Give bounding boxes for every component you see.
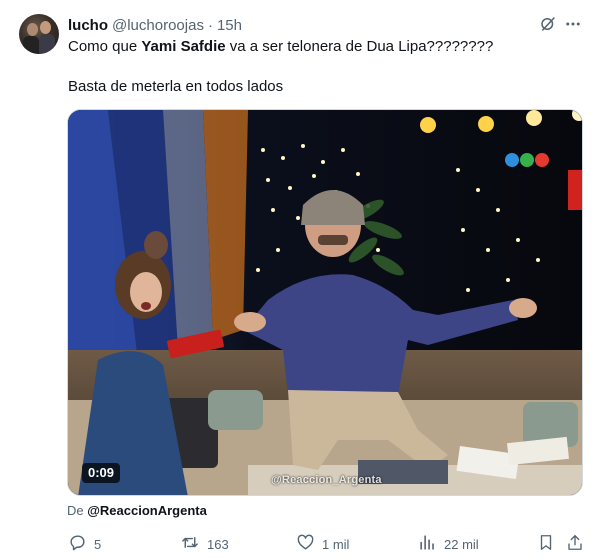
bookmark-icon — [537, 533, 555, 555]
separator-dot: · — [207, 16, 213, 34]
like-count: 1 mil — [322, 536, 350, 552]
author-name[interactable]: lucho — [68, 17, 108, 34]
video-player[interactable]: 0:09 @Reaccion_Argenta — [67, 109, 583, 496]
media-attribution: De @ReaccionArgenta — [67, 503, 207, 518]
views-button[interactable]: 22 mil — [418, 533, 479, 555]
heart-icon — [296, 533, 315, 555]
views-icon — [418, 533, 437, 555]
video-duration: 0:09 — [82, 463, 121, 483]
share-button[interactable] — [566, 533, 584, 555]
video-frame — [68, 110, 582, 495]
views-count: 22 mil — [444, 536, 479, 552]
retweet-icon — [180, 533, 200, 555]
grok-icon[interactable] — [538, 14, 558, 34]
attribution-account-link[interactable]: @ReaccionArgenta — [87, 503, 207, 518]
like-button[interactable]: 1 mil — [296, 533, 349, 555]
reply-count: 5 — [94, 536, 102, 552]
author-handle[interactable]: @luchoroojas — [112, 17, 204, 34]
more-icon[interactable] — [563, 14, 583, 34]
tweet-text-line1: Como que Yami Safdie va a ser telonera d… — [68, 37, 493, 57]
text-segment: Como que — [68, 38, 142, 55]
text-segment: va a ser telonera de Dua Lipa???????? — [225, 38, 494, 55]
retweet-button[interactable]: 163 — [180, 533, 229, 555]
reply-button[interactable]: 5 — [68, 533, 101, 555]
tweet[interactable]: lucho @luchoroojas · 15h Como que Yami S… — [0, 0, 599, 559]
video-watermark: @Reaccion_Argenta — [271, 474, 382, 486]
tweet-text-line2: Basta de meterla en todos lados — [68, 78, 284, 95]
reply-icon — [68, 533, 87, 555]
text-bold-segment: Yami Safdie — [141, 38, 226, 55]
share-icon — [566, 533, 584, 555]
tweet-header: lucho @luchoroojas · 15h — [68, 15, 242, 35]
attribution-prefix: De — [67, 503, 88, 518]
bookmark-button[interactable] — [537, 533, 555, 555]
retweet-count: 163 — [207, 536, 229, 552]
timestamp[interactable]: 15h — [217, 17, 242, 34]
avatar[interactable] — [19, 14, 59, 54]
